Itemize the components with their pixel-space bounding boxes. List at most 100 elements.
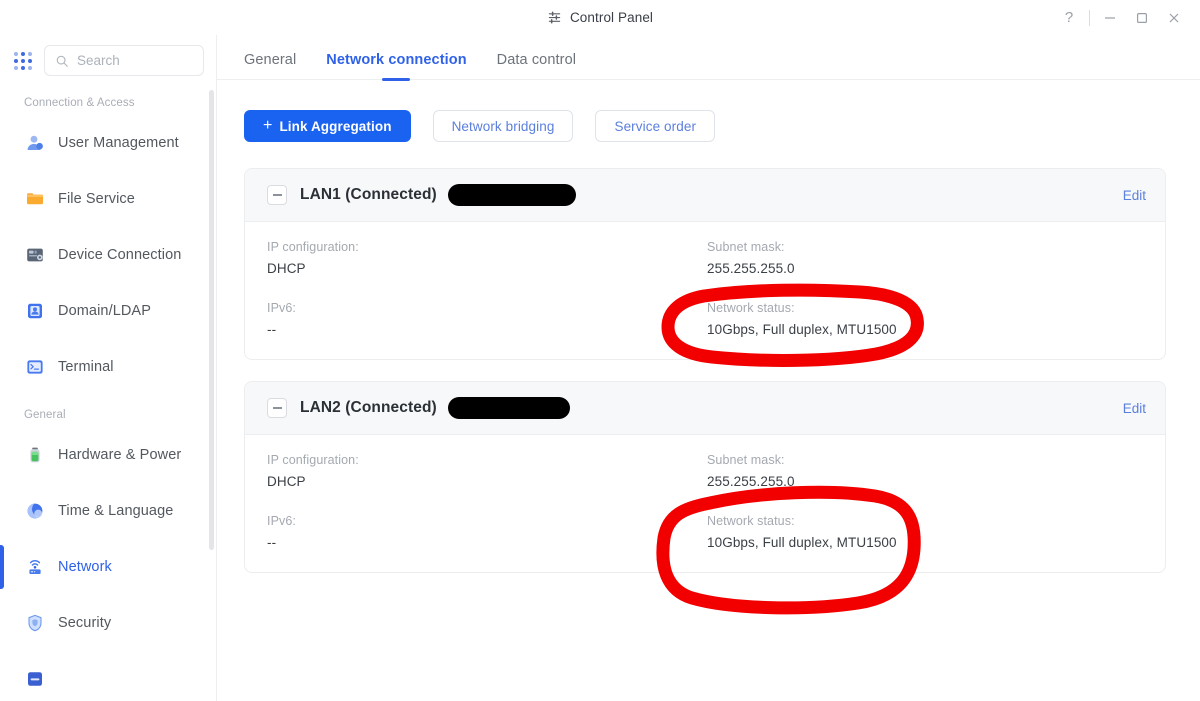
tab-bar: General Network connection Data control — [217, 35, 1200, 80]
field-ipv6: IPv6: -- — [267, 301, 707, 337]
plus-icon: + — [263, 116, 273, 134]
tab-general[interactable]: General — [244, 52, 296, 79]
edit-link-lan2[interactable]: Edit — [1123, 401, 1146, 416]
field-network-status: Network status: 10Gbps, Full duplex, MTU… — [707, 514, 1143, 550]
interface-card-header: LAN1 (Connected) Edit — [245, 169, 1165, 222]
link-aggregation-label: Link Aggregation — [279, 118, 392, 134]
field-label: Network status: — [707, 301, 795, 315]
sidebar-nav: Connection & Access User Management File… — [0, 83, 216, 701]
maximize-button[interactable] — [1126, 2, 1158, 34]
interface-list: LAN1 (Connected) Edit IP configuration: … — [217, 142, 1200, 573]
battery-icon — [24, 445, 45, 466]
minus-icon — [272, 407, 282, 409]
field-value: 255.255.255.0 — [707, 261, 795, 276]
tab-network-connection[interactable]: Network connection — [326, 52, 466, 79]
sidebar-item-label: Terminal — [58, 359, 114, 375]
sidebar-item-terminal[interactable]: Terminal — [0, 339, 216, 395]
sidebar-group-label-connection: Connection & Access — [24, 97, 135, 109]
interface-card-body: IP configuration: DHCP Subnet mask: 255.… — [245, 435, 1165, 572]
globe-icon — [24, 501, 45, 522]
help-label: ? — [1064, 9, 1074, 26]
service-order-button[interactable]: Service order — [595, 110, 716, 142]
maximize-icon — [1136, 12, 1148, 23]
field-label: Subnet mask: — [707, 453, 785, 467]
minimize-icon — [1105, 16, 1115, 19]
device-icon — [24, 245, 45, 266]
sidebar-item-time-language[interactable]: Time & Language — [0, 483, 216, 539]
field-label: Network status: — [707, 514, 795, 528]
interface-card-body: IP configuration: DHCP Subnet mask: 255.… — [245, 222, 1165, 359]
interface-card-header: LAN2 (Connected) Edit — [245, 382, 1165, 435]
field-subnet-mask: Subnet mask: 255.255.255.0 — [707, 240, 1143, 276]
field-label: IP configuration: — [267, 240, 359, 254]
sidebar-item-label: Device Connection — [58, 247, 182, 263]
field-subnet-mask: Subnet mask: 255.255.255.0 — [707, 453, 1143, 489]
sidebar-item-label: Security — [58, 615, 112, 631]
sidebar-item-security[interactable]: Security — [0, 595, 216, 651]
field-value: 255.255.255.0 — [707, 474, 795, 489]
sidebar-item-label: Network — [58, 559, 112, 575]
sidebar-item-label: Time & Language — [58, 503, 174, 519]
search-icon — [56, 55, 68, 67]
redaction-mark-lan1 — [447, 184, 576, 206]
field-label: IP configuration: — [267, 453, 359, 467]
search-box[interactable] — [44, 45, 204, 76]
search-input[interactable] — [77, 53, 193, 68]
minus-icon — [272, 194, 282, 196]
sidebar-item-label: User Management — [58, 135, 179, 151]
shield-icon — [24, 613, 45, 634]
window-controls-divider — [1089, 9, 1090, 26]
sidebar-item-label: File Service — [58, 191, 135, 207]
sidebar-item-partial-next[interactable] — [0, 651, 216, 701]
network-icon — [24, 557, 45, 578]
control-panel-window: Control Panel ? Search Connection & Acce… — [0, 0, 1200, 701]
field-value: 10Gbps, Full duplex, MTU1500 — [707, 322, 897, 337]
field-label: IPv6: — [267, 301, 296, 315]
collapse-toggle-lan2[interactable] — [267, 398, 287, 418]
collapse-toggle-lan1[interactable] — [267, 185, 287, 205]
field-value: -- — [267, 322, 277, 337]
sidebar-item-label: Hardware & Power — [58, 447, 182, 463]
sidebar-item-file-service[interactable]: File Service — [0, 171, 216, 227]
title-bar: Control Panel ? — [0, 0, 1200, 35]
redaction-mark-lan2 — [447, 397, 570, 419]
field-value: DHCP — [267, 474, 306, 489]
minimize-button[interactable] — [1094, 2, 1126, 34]
sidebar-item-hardware-power[interactable]: Hardware & Power — [0, 427, 216, 483]
domain-icon — [24, 301, 45, 322]
field-value: DHCP — [267, 261, 306, 276]
field-value: 10Gbps, Full duplex, MTU1500 — [707, 535, 897, 550]
field-value: -- — [267, 535, 277, 550]
sliders-icon — [547, 10, 562, 25]
terminal-icon — [24, 357, 45, 378]
field-network-status: Network status: 10Gbps, Full duplex, MTU… — [707, 301, 1143, 337]
sidebar-item-domain-ldap[interactable]: Domain/LDAP — [0, 283, 216, 339]
close-button[interactable] — [1158, 2, 1190, 34]
sidebar-scrollbar[interactable] — [209, 90, 214, 550]
user-icon — [24, 133, 45, 154]
toolbar: + Link Aggregation Network bridging Serv… — [217, 80, 1200, 142]
sidebar-item-user-management[interactable]: User Management — [0, 115, 216, 171]
tab-data-control[interactable]: Data control — [497, 52, 576, 79]
folder-icon — [24, 189, 45, 210]
title-bar-center: Control Panel — [0, 0, 1200, 35]
field-ipv6: IPv6: -- — [267, 514, 707, 550]
field-ip-configuration: IP configuration: DHCP — [267, 453, 707, 489]
field-label: IPv6: — [267, 514, 296, 528]
link-aggregation-button[interactable]: + Link Aggregation — [244, 110, 411, 142]
interface-title: LAN2 (Connected) — [300, 399, 437, 416]
sidebar-item-device-connection[interactable]: Device Connection — [0, 227, 216, 283]
partial-icon — [24, 669, 45, 690]
sidebar-item-network[interactable]: Network — [0, 539, 216, 595]
interface-title: LAN1 (Connected) — [300, 186, 437, 203]
interface-card-lan2: LAN2 (Connected) Edit IP configuration: … — [244, 381, 1166, 573]
help-button[interactable]: ? — [1053, 2, 1085, 34]
edit-link-lan1[interactable]: Edit — [1123, 188, 1146, 203]
app-grid-icon[interactable] — [14, 51, 32, 70]
main-content: General Network connection Data control … — [217, 35, 1200, 701]
close-icon — [1169, 13, 1179, 22]
window-title: Control Panel — [569, 10, 654, 25]
window-controls: ? — [1053, 0, 1190, 35]
sidebar-item-label: Domain/LDAP — [58, 303, 151, 319]
network-bridging-button[interactable]: Network bridging — [432, 110, 574, 142]
